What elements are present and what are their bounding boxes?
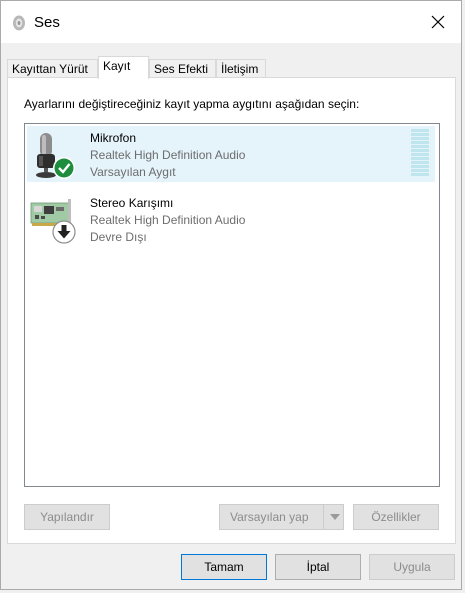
set-default-button[interactable]: Varsayılan yap [219, 504, 344, 530]
device-status: Devre Dışı [90, 230, 147, 244]
device-driver: Realtek High Definition Audio [90, 213, 246, 227]
cancel-button-label: İptal [306, 560, 330, 574]
sound-card-icon [30, 199, 76, 244]
microphone-icon [36, 133, 75, 179]
instruction-text: Ayarlarını değiştireceğiniz kayıt yapma … [24, 97, 360, 111]
close-icon [431, 15, 445, 29]
tab-label: Kayıt [103, 59, 131, 73]
default-check-icon [54, 158, 74, 178]
device-list[interactable]: Mikrofon Realtek High Definition Audio V… [24, 123, 440, 487]
tab-recording[interactable]: Kayıt [98, 56, 149, 79]
device-status: Varsayılan Aygıt [90, 165, 176, 179]
tab-sounds[interactable]: Ses Efekti [149, 59, 216, 78]
configure-button[interactable]: Yapılandır [24, 504, 110, 530]
apply-button-label: Uygula [393, 560, 431, 574]
tab-communications[interactable]: İletişim [216, 59, 266, 78]
properties-button[interactable]: Özellikler [353, 504, 439, 530]
window-title: Ses [34, 14, 60, 31]
set-default-dropdown[interactable] [323, 505, 345, 529]
device-item-stereo-mix[interactable]: Stereo Karışımı Realtek High Definition … [27, 191, 435, 247]
speaker-app-icon [13, 15, 25, 31]
properties-button-label: Özellikler [371, 510, 421, 524]
device-name: Mikrofon [90, 131, 137, 145]
close-button[interactable] [415, 1, 461, 43]
title-bar: Ses [1, 1, 461, 43]
ok-button[interactable]: Tamam [181, 554, 267, 580]
tab-playback[interactable]: Kayıttan Yürüt [7, 59, 98, 78]
tab-label: Ses Efekti [154, 62, 209, 76]
ok-button-label: Tamam [204, 560, 244, 574]
recording-tab-panel: Ayarlarını değiştireceğiniz kayıt yapma … [7, 77, 456, 544]
apply-button[interactable]: Uygula [369, 554, 455, 580]
set-default-button-label: Varsayılan yap [230, 510, 309, 524]
device-item-microphone[interactable]: Mikrofon Realtek High Definition Audio V… [27, 126, 435, 182]
device-driver: Realtek High Definition Audio [90, 148, 246, 162]
device-name: Stereo Karışımı [90, 196, 174, 210]
chevron-down-icon [330, 514, 340, 520]
tab-label: Kayıttan Yürüt [12, 62, 88, 76]
cancel-button[interactable]: İptal [275, 554, 361, 580]
tab-label: İletişim [221, 62, 259, 76]
configure-button-label: Yapılandır [40, 510, 94, 524]
level-meter [411, 129, 429, 179]
sound-dialog: Ses Kayıttan Yürüt Kayıt Ses Efekti İlet… [0, 0, 462, 590]
